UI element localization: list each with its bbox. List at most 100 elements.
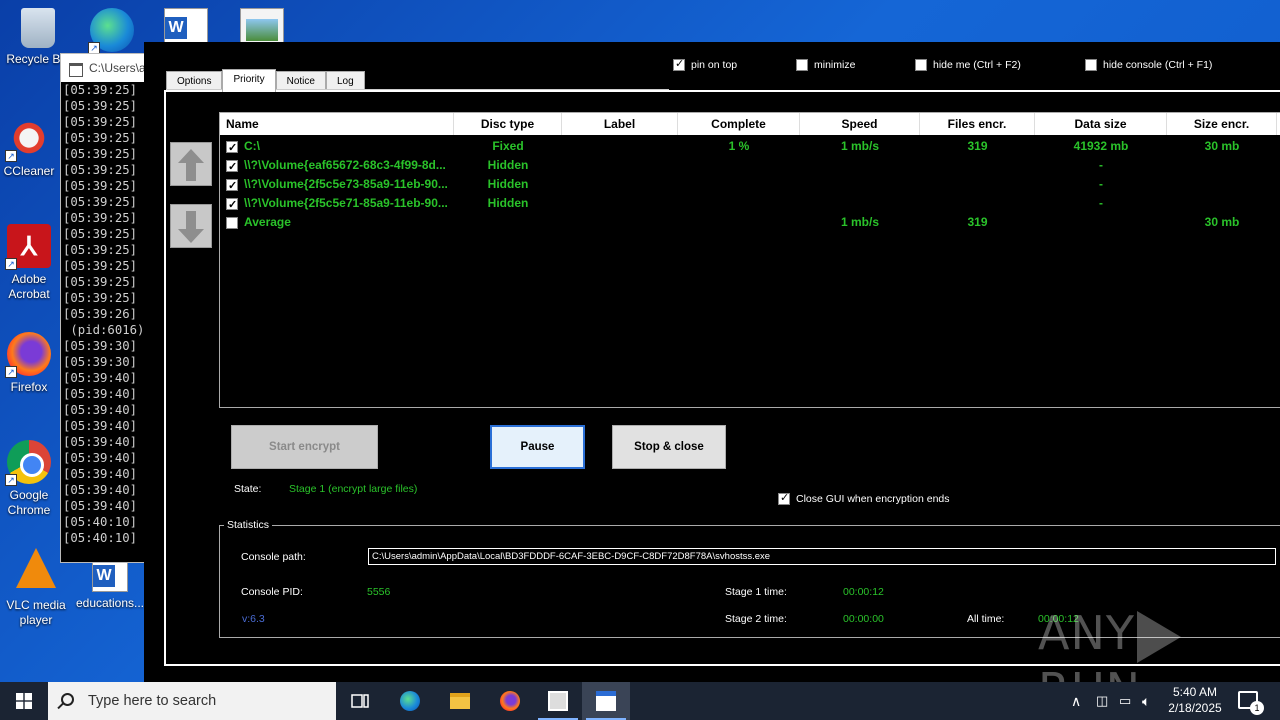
- taskbar-firefox[interactable]: [486, 682, 534, 720]
- console-path-field[interactable]: C:\Users\admin\AppData\Local\BD3FDDDF-6C…: [368, 548, 1276, 565]
- header-label[interactable]: Label: [562, 113, 678, 135]
- taskbar-encryptor-app[interactable]: [582, 682, 630, 720]
- console-line: [05:39:30]: [63, 355, 138, 369]
- shortcut-arrow-icon: ↗: [5, 258, 17, 270]
- taskbar-console-app[interactable]: [534, 682, 582, 720]
- pin-on-top-checkbox[interactable]: pin on top: [673, 57, 738, 71]
- header-size-encr[interactable]: Size encr.: [1167, 113, 1277, 135]
- move-up-button[interactable]: [170, 142, 212, 186]
- cell-complete: [678, 213, 800, 232]
- watermark-left: ANY: [1038, 606, 1135, 660]
- notification-center-icon[interactable]: 1: [1238, 691, 1264, 715]
- checkbox-box[interactable]: [673, 57, 685, 71]
- folder-icon: [450, 693, 470, 709]
- cell-files-encr: 319: [967, 139, 988, 153]
- console-app-icon: [548, 691, 568, 711]
- desktop-icon-acrobat[interactable]: ⅄ ↗ Adobe Acrobat: [0, 224, 60, 302]
- network-icon[interactable]: ▭: [1119, 682, 1131, 720]
- start-button[interactable]: [0, 682, 48, 720]
- pause-button[interactable]: Pause: [490, 425, 585, 469]
- tray-device-icon[interactable]: ◫: [1096, 682, 1108, 720]
- drive-row[interactable]: \\?\Volume{eaf65672-68c3-4f99-8d... Hidde…: [220, 156, 1280, 175]
- header-complete[interactable]: Complete: [678, 113, 800, 135]
- header-disc-type[interactable]: Disc type: [454, 113, 562, 135]
- cell-data-size: -: [1099, 158, 1103, 172]
- row-checkbox[interactable]: [226, 196, 238, 213]
- header-speed[interactable]: Speed: [800, 113, 920, 135]
- desktop-icon-edge[interactable]: ↗: [74, 8, 150, 56]
- taskbar-file-explorer[interactable]: [436, 682, 484, 720]
- console-line: [05:39:40]: [63, 499, 138, 513]
- drive-row[interactable]: \\?\Volume{2f5c5e71-85a9-11eb-90... Hidde…: [220, 194, 1280, 213]
- tab-priority[interactable]: Priority: [222, 69, 276, 92]
- row-checkbox[interactable]: [226, 216, 238, 229]
- desktop-icon-label: educations...: [75, 596, 145, 610]
- desktop-icon-educations[interactable]: W educations...: [72, 560, 148, 611]
- row-checkbox[interactable]: [226, 158, 238, 175]
- drives-list[interactable]: Name Disc type Label Complete Speed File…: [219, 112, 1280, 408]
- header-files-encr[interactable]: Files encr.: [920, 113, 1035, 135]
- minimize-checkbox[interactable]: minimize: [796, 59, 855, 71]
- drive-row[interactable]: \\?\Volume{2f5c5e73-85a9-11eb-90... Hidde…: [220, 175, 1280, 194]
- desktop-icon-chrome[interactable]: ↗ Google Chrome: [0, 440, 60, 518]
- cell-complete: [678, 175, 800, 194]
- console-line: [05:39:25]: [63, 179, 138, 193]
- console-window[interactable]: C:\Users\a [05:39:25] [05:39:25] [05:39:25…: [60, 53, 146, 563]
- desktop-icon-firefox[interactable]: ↗ Firefox: [0, 332, 60, 395]
- close-gui-checkbox[interactable]: Close GUI when encryption ends: [778, 491, 950, 505]
- cell-label: [562, 156, 678, 175]
- cell-speed: 1 mb/s: [840, 139, 879, 153]
- hide-me-checkbox[interactable]: hide me (Ctrl + F2): [915, 59, 1021, 71]
- console-line: [05:39:25]: [63, 115, 138, 129]
- row-checkbox[interactable]: [226, 139, 238, 156]
- edge-icon: [400, 691, 420, 711]
- shortcut-arrow-icon: ↗: [5, 366, 17, 378]
- checkbox-box[interactable]: [796, 59, 808, 71]
- desktop-icon-ccleaner[interactable]: ↗ CCleaner: [0, 116, 60, 179]
- cell-name: Average: [220, 213, 454, 232]
- cell-label: [562, 137, 678, 156]
- checkbox-box[interactable]: [778, 491, 790, 505]
- pin-on-top-label: pin on top: [691, 59, 738, 71]
- list-body: C:\ Fixed 1 % 1 mb/s 319 41932 mb 30 mb \\?\Vol…: [220, 135, 1280, 232]
- console-title[interactable]: C:\Users\a: [61, 54, 145, 82]
- drive-name: Average: [244, 215, 291, 229]
- cell-data-size: 41932 mb: [1073, 139, 1129, 153]
- cell-label: [562, 213, 678, 232]
- taskbar-clock[interactable]: 5:40 AM 2/18/2025: [1160, 684, 1230, 716]
- checkbox-box[interactable]: [915, 59, 927, 71]
- hide-console-checkbox[interactable]: hide console (Ctrl + F1): [1085, 59, 1212, 71]
- console-line: [05:39:26]: [63, 307, 138, 321]
- console-path-label: Console path:: [241, 551, 306, 563]
- task-view-button[interactable]: [336, 682, 384, 720]
- start-encrypt-button[interactable]: Start encrypt: [231, 425, 378, 469]
- cell-name: \\?\Volume{eaf65672-68c3-4f99-8d...: [220, 156, 454, 175]
- console-line: [05:40:10]: [63, 531, 138, 545]
- checkbox-box[interactable]: [1085, 59, 1097, 71]
- drive-row[interactable]: C:\ Fixed 1 % 1 mb/s 319 41932 mb 30 mb: [220, 137, 1280, 156]
- volume-icon[interactable]: 🔈︎: [1142, 682, 1150, 720]
- arrow-down-icon: [178, 211, 204, 243]
- move-down-button[interactable]: [170, 204, 212, 248]
- taskbar-edge[interactable]: [386, 682, 434, 720]
- taskbar-search-box[interactable]: Type here to search: [48, 682, 336, 720]
- tray-overflow-chevron-icon[interactable]: ∧: [1071, 682, 1081, 720]
- stage1-time-value: 00:00:12: [843, 586, 884, 598]
- stage1-time-label: Stage 1 time:: [725, 586, 787, 598]
- ccleaner-icon: ↗: [5, 116, 51, 162]
- console-line: [05:39:25]: [63, 195, 138, 209]
- row-checkbox[interactable]: [226, 177, 238, 194]
- console-line: [05:39:25]: [63, 211, 138, 225]
- word-doc-icon: W: [92, 560, 128, 592]
- console-line: [05:39:25]: [63, 163, 138, 177]
- header-name[interactable]: Name: [220, 113, 454, 135]
- console-line: [05:39:40]: [63, 483, 138, 497]
- stop-close-button[interactable]: Stop & close: [612, 425, 726, 469]
- header-data-size[interactable]: Data size: [1035, 113, 1167, 135]
- cell-disc-type: Hidden: [487, 158, 529, 172]
- desktop-icon-label: VLC media player: [6, 598, 66, 627]
- cell-data-size: -: [1099, 177, 1103, 191]
- drive-row[interactable]: Average 1 mb/s 319 30 mb: [220, 213, 1280, 232]
- cell-complete: [678, 194, 800, 213]
- clock-time: 5:40 AM: [1172, 685, 1218, 699]
